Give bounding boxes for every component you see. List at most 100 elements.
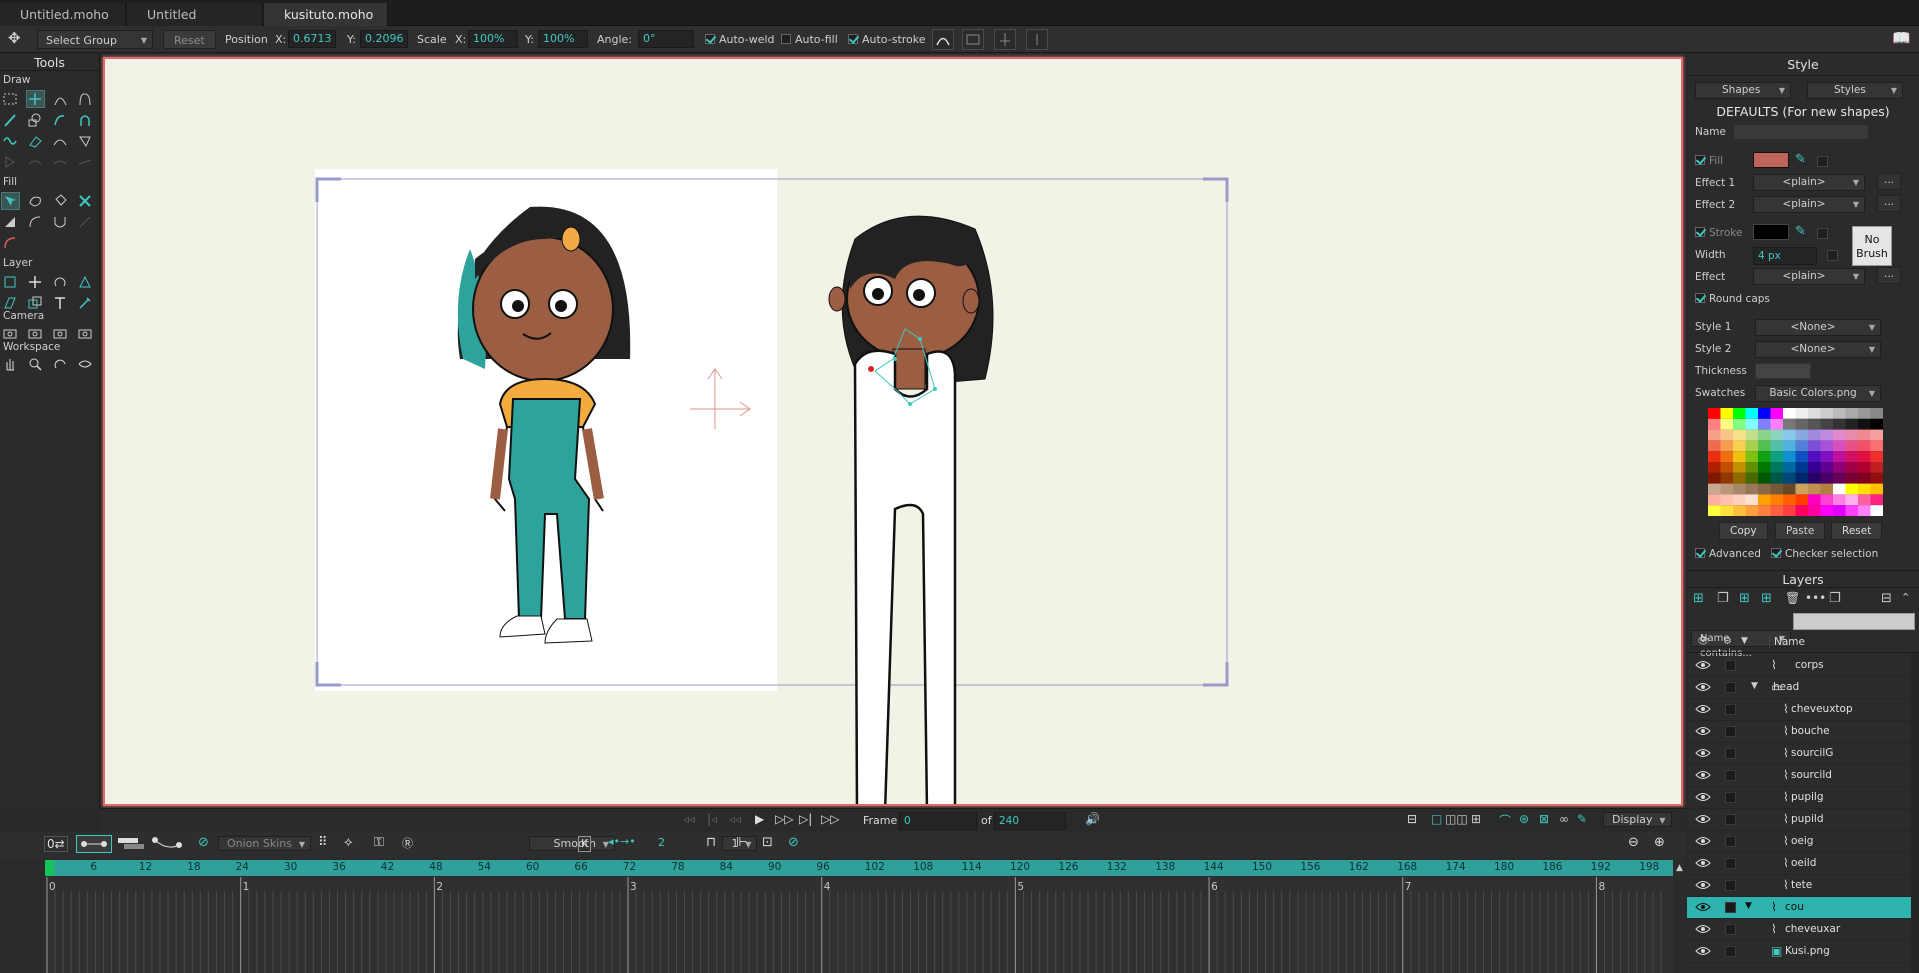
color-swatch[interactable]: [1858, 462, 1871, 473]
interpolation-dropdown[interactable]: Smooth: [528, 836, 615, 851]
magnet-icon[interactable]: [76, 111, 95, 129]
color-swatch[interactable]: [1770, 462, 1784, 473]
width-lock-checkbox[interactable]: [1827, 250, 1838, 261]
color-swatch[interactable]: [1720, 462, 1734, 473]
color-swatch[interactable]: [1783, 462, 1796, 473]
color-swatch[interactable]: [1833, 483, 1846, 495]
volume-icon[interactable]: 🔊: [1085, 812, 1100, 826]
color-swatch[interactable]: [1795, 462, 1809, 473]
select-points-icon[interactable]: [1, 90, 20, 108]
color-swatch[interactable]: [1795, 472, 1809, 484]
timeline-cycle-icon[interactable]: 0⇄: [44, 836, 68, 852]
zoom-out-icon[interactable]: ⊖: [1628, 835, 1639, 850]
camera-zoom-icon[interactable]: [26, 324, 45, 342]
color-swatch[interactable]: [1870, 440, 1884, 452]
frame-ruler[interactable]: 6 12 18 24 30 36 42 48 54 60 66 72 78 84 90 96 102 108 114…: [45, 860, 1673, 876]
color-swatch[interactable]: [1708, 429, 1721, 441]
layer-lock-checkbox[interactable]: [1725, 704, 1736, 715]
stroke-eyedropper-icon[interactable]: ✎: [1795, 224, 1806, 239]
no-brush-button[interactable]: No Brush: [1852, 226, 1892, 266]
styles-dropdown[interactable]: Styles: [1807, 82, 1903, 99]
color-swatch[interactable]: [1745, 483, 1759, 495]
color-swatch[interactable]: [1808, 472, 1821, 484]
color-swatch[interactable]: [1833, 429, 1846, 441]
eye-icon[interactable]: [1695, 902, 1711, 912]
color-swatch[interactable]: [1858, 494, 1871, 506]
zoom-in-icon[interactable]: ⊕: [1654, 835, 1665, 850]
curve-exposure-icon[interactable]: [76, 213, 95, 231]
layer-lock-checkbox[interactable]: [1725, 770, 1736, 781]
eye-icon[interactable]: [1695, 704, 1711, 714]
color-swatch[interactable]: [1720, 472, 1734, 484]
color-swatch[interactable]: [1820, 429, 1834, 441]
color-swatch[interactable]: [1733, 494, 1746, 506]
effect2-dropdown[interactable]: <plain>: [1753, 196, 1865, 213]
total-frames-field[interactable]: 240: [994, 812, 1066, 830]
effect2-more-button[interactable]: ...: [1877, 195, 1901, 212]
color-swatch[interactable]: [1745, 505, 1759, 516]
grid-dots-icon[interactable]: ⠿: [318, 835, 328, 850]
fx-icon[interactable]: ⊠: [1539, 812, 1549, 826]
color-swatch[interactable]: [1708, 462, 1721, 473]
color-swatch[interactable]: [1845, 505, 1859, 516]
color-swatch[interactable]: [1820, 451, 1834, 462]
rotate-workspace-icon[interactable]: [51, 355, 70, 373]
keyframe-line-icon[interactable]: [76, 835, 112, 853]
layer-row[interactable]: ▼ ⌇ cou: [1687, 897, 1911, 919]
fill-lock-checkbox[interactable]: [1817, 156, 1828, 167]
color-swatch[interactable]: [1770, 472, 1784, 484]
color-swatch[interactable]: [1758, 408, 1771, 419]
layers-scrollbar[interactable]: [1911, 653, 1919, 973]
effect-dropdown[interactable]: <plain>: [1753, 268, 1865, 285]
color-swatch[interactable]: [1820, 483, 1834, 495]
color-swatch[interactable]: [1820, 494, 1834, 506]
color-swatch[interactable]: [1770, 451, 1784, 462]
expand-chevron-icon[interactable]: ▼: [1751, 681, 1758, 691]
scatter-icon[interactable]: [76, 153, 95, 171]
style2-dropdown[interactable]: <None>: [1755, 341, 1881, 358]
onion-skins-dropdown[interactable]: Onion Skins: [218, 836, 311, 851]
effect1-more-button[interactable]: ...: [1877, 173, 1901, 190]
color-swatch[interactable]: [1858, 440, 1871, 452]
color-swatch[interactable]: [1870, 451, 1884, 462]
noise-icon[interactable]: [26, 153, 45, 171]
angle-field[interactable]: 0°: [638, 30, 694, 48]
eye-icon[interactable]: [1695, 682, 1711, 692]
color-swatch[interactable]: [1758, 472, 1771, 484]
color-swatch[interactable]: [1733, 451, 1746, 462]
color-swatch[interactable]: [1808, 451, 1821, 462]
ruler-scroll-up-icon[interactable]: ▲: [1673, 860, 1686, 876]
curve-view-icon[interactable]: ⌒: [1499, 812, 1511, 829]
color-swatch[interactable]: [1745, 451, 1759, 462]
more-icon[interactable]: •••: [1805, 591, 1826, 605]
color-swatch[interactable]: [1870, 483, 1884, 495]
auto-stroke-checkbox[interactable]: Auto-stroke: [848, 30, 926, 49]
color-swatch[interactable]: [1783, 440, 1796, 452]
color-swatch[interactable]: [1858, 408, 1871, 419]
color-swatch[interactable]: [1833, 451, 1846, 462]
paste-layer-icon[interactable]: ⊞: [1761, 591, 1772, 606]
color-points-icon[interactable]: [1, 234, 20, 252]
color-swatch[interactable]: [1770, 429, 1784, 441]
layer-lock-checkbox[interactable]: [1725, 924, 1736, 935]
set-origin-icon[interactable]: [1, 273, 20, 291]
color-swatch[interactable]: [1820, 472, 1834, 484]
eye-icon[interactable]: [1695, 726, 1711, 736]
color-swatch[interactable]: [1733, 462, 1746, 473]
collapse-panel-icon[interactable]: ⊟: [1881, 591, 1892, 606]
delete-shape-icon[interactable]: [76, 192, 95, 210]
color-swatch[interactable]: [1708, 494, 1721, 506]
color-swatch[interactable]: [1770, 494, 1784, 506]
timeline-tracks[interactable]: 0 1 2 3 4 5 6 7 8: [45, 877, 1673, 973]
layer-settings-icon[interactable]: ❐: [1829, 591, 1841, 606]
auto-fill-checkbox[interactable]: Auto-fill: [781, 30, 838, 49]
color-swatch[interactable]: [1845, 494, 1859, 506]
paint-bucket-icon[interactable]: [51, 192, 70, 210]
drawing-canvas[interactable]: [103, 57, 1683, 806]
color-swatch[interactable]: [1820, 408, 1834, 419]
keyframe-k-icon[interactable]: K: [578, 836, 592, 852]
next-keyframe-icon[interactable]: ▷|: [799, 812, 812, 826]
key-icon[interactable]: ⚿: [374, 835, 384, 850]
camera-track-icon[interactable]: [1, 324, 20, 342]
color-swatch[interactable]: [1745, 429, 1759, 441]
